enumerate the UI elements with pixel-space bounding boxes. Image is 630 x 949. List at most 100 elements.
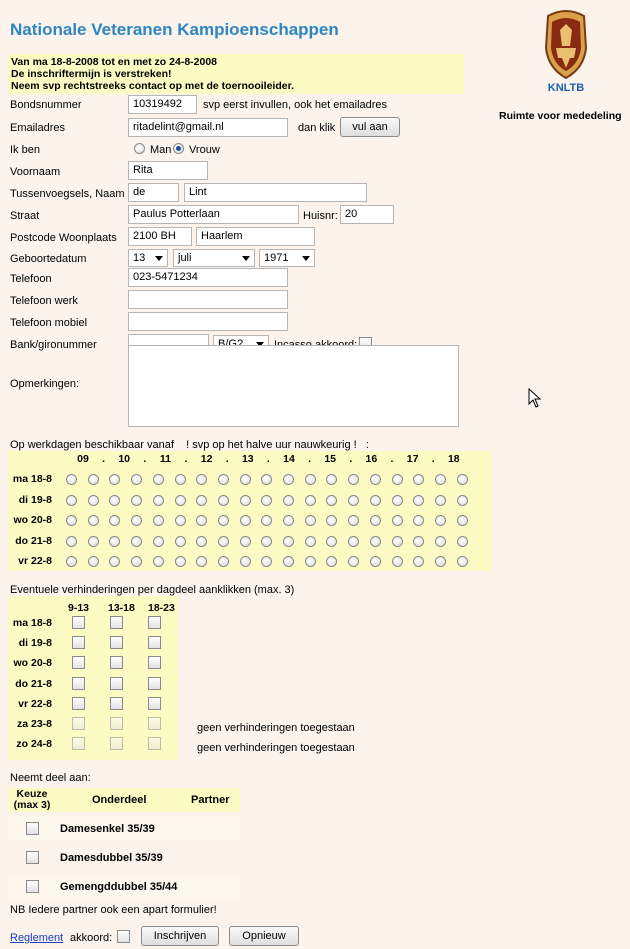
block-checkbox[interactable]	[72, 717, 85, 730]
availability-radio[interactable]	[196, 515, 208, 526]
block-checkbox[interactable]	[148, 696, 161, 710]
huisnr-input[interactable]: 20	[340, 205, 394, 224]
block-checkbox[interactable]	[110, 636, 123, 650]
availability-radio[interactable]	[348, 515, 360, 526]
availability-radio[interactable]	[391, 556, 403, 567]
availability-radio[interactable]	[109, 474, 121, 485]
availability-radio[interactable]	[369, 494, 381, 506]
block-checkbox[interactable]	[148, 636, 161, 650]
availability-radio[interactable]	[152, 556, 164, 567]
availability-radio[interactable]	[456, 556, 468, 567]
availability-radio[interactable]	[304, 535, 316, 547]
availability-radio[interactable]	[456, 494, 468, 506]
availability-radio[interactable]	[109, 556, 121, 567]
availability-radio[interactable]	[456, 515, 468, 526]
availability-radio[interactable]	[456, 535, 468, 547]
opmerkingen-textarea[interactable]	[128, 345, 459, 427]
naam-input[interactable]: Lint	[184, 183, 367, 202]
availability-radio[interactable]	[326, 494, 338, 506]
availability-radio[interactable]	[304, 474, 316, 485]
availability-radio[interactable]	[66, 494, 77, 506]
block-checkbox[interactable]	[110, 717, 123, 730]
availability-radio[interactable]	[413, 474, 425, 485]
availability-radio[interactable]	[131, 474, 143, 485]
availability-radio[interactable]	[348, 474, 360, 485]
availability-radio[interactable]	[261, 515, 273, 526]
availability-radio[interactable]	[413, 494, 425, 506]
availability-radio[interactable]	[348, 535, 360, 547]
availability-radio[interactable]	[109, 515, 121, 526]
availability-radio[interactable]	[369, 556, 381, 567]
availability-radio[interactable]	[217, 556, 229, 567]
availability-radio[interactable]	[348, 556, 360, 567]
reglement-checkbox[interactable]	[117, 930, 130, 943]
event-checkbox[interactable]	[26, 851, 39, 864]
availability-radio[interactable]	[87, 515, 99, 526]
availability-radio[interactable]	[261, 494, 273, 506]
availability-radio[interactable]	[304, 515, 316, 526]
availability-radio[interactable]	[391, 494, 403, 506]
availability-radio[interactable]	[326, 535, 338, 547]
block-checkbox[interactable]	[110, 616, 123, 629]
maand-select[interactable]: juli	[173, 249, 255, 267]
availability-radio[interactable]	[304, 494, 316, 506]
block-checkbox[interactable]	[110, 696, 123, 710]
availability-radio[interactable]	[217, 535, 229, 547]
block-checkbox[interactable]	[72, 737, 85, 751]
voornaam-input[interactable]: Rita	[128, 161, 208, 180]
availability-radio[interactable]	[131, 515, 143, 526]
block-checkbox[interactable]	[148, 717, 161, 730]
availability-radio[interactable]	[109, 494, 121, 506]
availability-radio[interactable]	[434, 494, 446, 506]
availability-radio[interactable]	[391, 474, 403, 485]
availability-radio[interactable]	[131, 494, 143, 506]
availability-radio[interactable]	[66, 535, 77, 547]
woonplaats-input[interactable]: Haarlem	[196, 227, 315, 246]
submit-button[interactable]: Inschrijven	[141, 926, 219, 946]
availability-radio[interactable]	[152, 515, 164, 526]
availability-radio[interactable]	[283, 556, 294, 567]
availability-radio[interactable]	[283, 474, 294, 485]
availability-radio[interactable]	[174, 515, 186, 526]
availability-radio[interactable]	[131, 556, 143, 567]
availability-radio[interactable]	[326, 515, 338, 526]
tussenvoegsels-input[interactable]: de	[128, 183, 179, 202]
availability-radio[interactable]	[174, 494, 186, 506]
fill-button[interactable]: vul aan	[340, 117, 400, 137]
availability-radio[interactable]	[434, 535, 446, 547]
availability-radio[interactable]	[369, 515, 381, 526]
availability-radio[interactable]	[304, 556, 316, 567]
email-input[interactable]: ritadelint@gmail.nl	[128, 118, 288, 137]
event-checkbox[interactable]	[26, 880, 39, 893]
availability-radio[interactable]	[456, 474, 468, 485]
availability-radio[interactable]	[434, 556, 446, 567]
dag-select[interactable]: 13	[128, 249, 168, 267]
availability-radio[interactable]	[434, 474, 446, 485]
availability-radio[interactable]	[66, 515, 77, 526]
availability-radio[interactable]	[348, 494, 360, 506]
availability-radio[interactable]	[66, 474, 77, 485]
availability-radio[interactable]	[174, 474, 186, 485]
availability-radio[interactable]	[217, 515, 229, 526]
availability-radio[interactable]	[131, 535, 143, 547]
block-checkbox[interactable]	[72, 676, 85, 690]
block-checkbox[interactable]	[72, 616, 85, 629]
telefoon-input[interactable]: 023-5471234	[128, 268, 288, 287]
availability-radio[interactable]	[87, 474, 99, 485]
availability-radio[interactable]	[413, 535, 425, 547]
availability-radio[interactable]	[196, 535, 208, 547]
availability-radio[interactable]	[326, 556, 338, 567]
availability-radio[interactable]	[196, 556, 208, 567]
availability-radio[interactable]	[87, 494, 99, 506]
availability-radio[interactable]	[174, 535, 186, 547]
telefoon-werk-input[interactable]	[128, 290, 288, 309]
availability-radio[interactable]	[391, 535, 403, 547]
block-checkbox[interactable]	[110, 676, 123, 690]
availability-radio[interactable]	[239, 556, 251, 567]
availability-radio[interactable]	[217, 494, 229, 506]
availability-radio[interactable]	[326, 474, 338, 485]
availability-radio[interactable]	[369, 474, 381, 485]
availability-radio[interactable]	[239, 515, 251, 526]
availability-radio[interactable]	[152, 494, 164, 506]
availability-radio[interactable]	[87, 556, 99, 567]
